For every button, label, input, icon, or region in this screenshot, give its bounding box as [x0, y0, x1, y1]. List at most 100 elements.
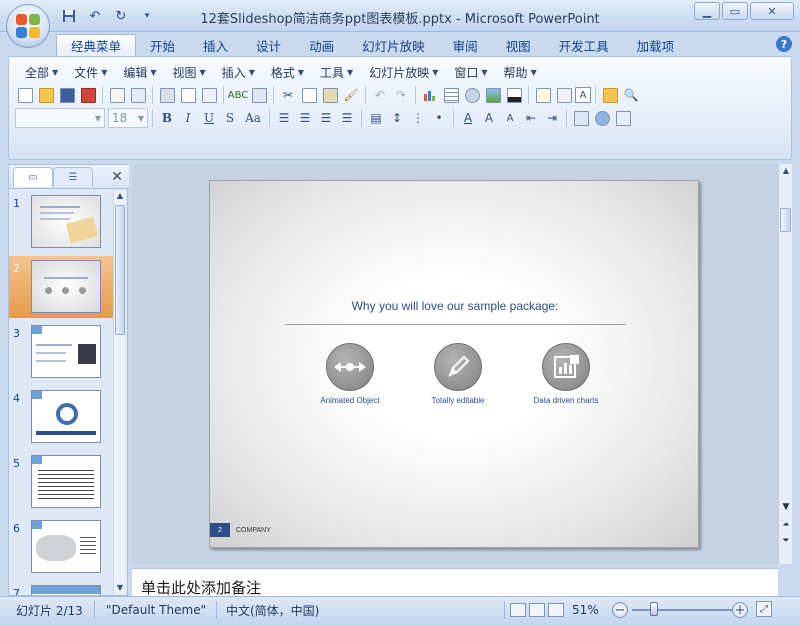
shape-fill-icon[interactable] — [613, 108, 633, 128]
tab-view[interactable]: 视图 — [492, 34, 545, 56]
attach-icon[interactable] — [128, 85, 148, 105]
menu-edit[interactable]: 编辑 ▼ — [115, 63, 164, 81]
increase-indent-icon[interactable]: ⇥ — [542, 108, 562, 128]
minimize-icon[interactable]: ▁ — [694, 2, 720, 20]
tab-slides-icon[interactable]: ▭ — [13, 167, 53, 187]
current-slide[interactable]: Why you will love our sample package: An… — [209, 180, 699, 548]
next-slide-icon[interactable]: ⏷ — [779, 536, 793, 546]
insert-picture-icon[interactable] — [483, 85, 503, 105]
tab-outline-icon[interactable]: ☰ — [53, 167, 93, 187]
layout-icon[interactable] — [199, 85, 219, 105]
bullets-icon[interactable]: • — [429, 108, 449, 128]
fit-to-window-icon[interactable]: ⤢ — [756, 601, 772, 617]
tab-review[interactable]: 审阅 — [439, 34, 492, 56]
normal-view-icon[interactable] — [510, 603, 526, 617]
align-right-icon[interactable]: ☰ — [316, 108, 336, 128]
insert-table-icon[interactable] — [441, 85, 461, 105]
text-direction-icon[interactable]: ▤ — [366, 108, 386, 128]
menu-help[interactable]: 帮助 ▼ — [496, 63, 545, 81]
underline-icon[interactable]: U — [199, 108, 219, 128]
tab-classic-menu[interactable]: 经典菜单 — [56, 34, 137, 56]
thumbnail-item-selected[interactable]: 2 — [9, 256, 113, 318]
numbering-icon[interactable]: ⋮ — [408, 108, 428, 128]
menu-tools[interactable]: 工具 ▼ — [312, 63, 361, 81]
new-document-icon[interactable] — [15, 85, 35, 105]
thumbnail-item[interactable]: 3 — [9, 321, 113, 383]
slideshow-view-icon[interactable] — [548, 603, 564, 617]
zoom-level[interactable]: 51% — [572, 601, 599, 619]
shadow-icon[interactable]: S — [220, 108, 240, 128]
permission-icon[interactable] — [78, 85, 98, 105]
print-preview-icon[interactable] — [178, 85, 198, 105]
thumbnail-item[interactable]: 6 — [9, 516, 113, 578]
copy-icon[interactable] — [299, 85, 319, 105]
zoom-slider-knob[interactable] — [650, 602, 658, 616]
menu-file[interactable]: 文件 ▼ — [66, 63, 115, 81]
arrange-icon[interactable] — [571, 108, 591, 128]
thumbnail-item[interactable]: 5 — [9, 451, 113, 513]
scroll-up-icon[interactable]: ▲ — [779, 166, 793, 175]
menu-window[interactable]: 窗口 ▼ — [446, 63, 495, 81]
menu-format[interactable]: 格式 ▼ — [263, 63, 312, 81]
shapes-icon[interactable] — [592, 108, 612, 128]
menu-view[interactable]: 视图 ▼ — [165, 63, 214, 81]
close-icon[interactable]: ✕ — [111, 169, 123, 185]
research-icon[interactable] — [249, 85, 269, 105]
menu-slideshow[interactable]: 幻灯片放映 ▼ — [361, 63, 446, 81]
font-color-icon[interactable]: A — [458, 108, 478, 128]
notes-pane[interactable]: 单击此处添加备注 — [132, 568, 778, 598]
layout-grid-icon[interactable] — [554, 85, 574, 105]
tab-slideshow[interactable]: 幻灯片放映 — [348, 34, 439, 56]
format-painter-icon[interactable]: 🖌 — [341, 85, 361, 105]
text-box-icon[interactable]: A — [575, 87, 591, 103]
email-icon[interactable] — [107, 85, 127, 105]
folder-icon[interactable] — [600, 85, 620, 105]
tab-design[interactable]: 设计 — [242, 34, 295, 56]
help-icon[interactable]: ? — [776, 36, 792, 52]
line-spacing-icon[interactable]: ↕ — [387, 108, 407, 128]
scroll-thumb[interactable] — [780, 208, 791, 232]
font-name-combo[interactable]: ▼ — [15, 108, 105, 128]
decrease-indent-icon[interactable]: ⇤ — [521, 108, 541, 128]
smartart-icon[interactable] — [462, 85, 482, 105]
spelling-icon[interactable]: ABC — [228, 85, 249, 105]
font-size-combo[interactable]: 18 ▼ — [108, 108, 148, 128]
slide-sorter-icon[interactable] — [529, 603, 545, 617]
new-slide-icon[interactable] — [533, 85, 553, 105]
previous-slide-icon[interactable]: ⏶ — [779, 520, 793, 530]
align-center-icon[interactable]: ☰ — [295, 108, 315, 128]
open-folder-icon[interactable] — [36, 85, 56, 105]
slide-scrollbar[interactable]: ▲ ▼ ⏶ ⏷ — [778, 164, 792, 564]
notes-placeholder[interactable]: 单击此处添加备注 — [141, 577, 261, 598]
thumbnail-item[interactable]: 1 — [9, 191, 113, 253]
scroll-up-icon[interactable]: ▲ — [114, 191, 126, 203]
scroll-down-icon[interactable]: ▼ — [779, 502, 793, 512]
zoom-slider-track[interactable] — [632, 609, 732, 611]
thumbnail-item[interactable]: 4 — [9, 386, 113, 448]
tab-home[interactable]: 开始 — [136, 34, 189, 56]
zoom-icon[interactable]: 🔍 — [621, 85, 641, 105]
menu-insert[interactable]: 插入 ▼ — [214, 63, 263, 81]
tab-insert[interactable]: 插入 — [189, 34, 242, 56]
zoom-out-icon[interactable]: − — [612, 602, 628, 618]
zoom-in-icon[interactable]: + — [732, 602, 748, 618]
thumbnail-scrollbar[interactable]: ▲ ▼ — [113, 191, 125, 595]
language-indicator[interactable]: 中文(简体，中国) — [226, 601, 319, 619]
change-case-icon[interactable]: Aa — [241, 108, 265, 128]
insert-chart-icon[interactable] — [420, 85, 440, 105]
tab-addins[interactable]: 加载项 — [623, 34, 689, 56]
fill-color-icon[interactable] — [504, 85, 524, 105]
menu-all[interactable]: 全部 ▼ — [17, 63, 66, 81]
grow-font-icon[interactable]: A — [479, 108, 499, 128]
office-button[interactable] — [6, 4, 50, 48]
save-icon[interactable] — [57, 85, 77, 105]
undo-icon[interactable]: ↶ — [370, 85, 390, 105]
cut-icon[interactable]: ✂ — [278, 85, 298, 105]
shrink-font-icon[interactable]: A — [500, 108, 520, 128]
tab-animations[interactable]: 动画 — [295, 34, 348, 56]
italic-icon[interactable]: I — [178, 108, 198, 128]
bold-icon[interactable]: B — [157, 108, 177, 128]
scroll-thumb[interactable] — [115, 205, 125, 335]
justify-icon[interactable]: ☰ — [337, 108, 357, 128]
tab-developer[interactable]: 开发工具 — [545, 34, 623, 56]
